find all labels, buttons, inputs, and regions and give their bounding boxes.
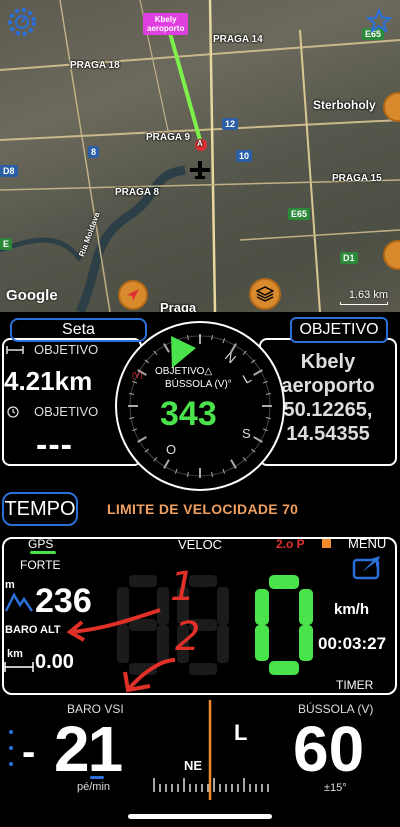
road-shield: 10 [236,150,253,162]
locate-button[interactable] [118,280,148,310]
timer-value: 00:03:27 [318,634,387,653]
heading-tape-l: L [234,720,248,745]
airplane-icon [190,161,210,179]
objetivo-button[interactable]: OBJETIVO [290,317,388,343]
speed-label: VELOC [178,537,223,552]
road-shield: 12 [222,118,239,130]
road-shield: 8 [88,146,100,158]
road-shield: D8 [0,165,18,177]
map-scale-text: 1.63 km [348,289,388,301]
map-label: Sterboholy [313,98,376,112]
clock-icon [7,406,19,418]
share-icon[interactable] [352,556,382,580]
vsi-trend-dots [9,730,13,766]
compass-bussola-label: BÚSSOLA (V)° [165,379,232,390]
destination-marker-text: Kbely aeroporto [147,15,185,33]
annotation-one: 1 [170,564,195,610]
tempo-button[interactable]: TEMPO [2,492,78,526]
eta-value: --- [36,426,73,464]
gps-label: GPS [28,537,54,551]
vsi-value: 21 [54,713,123,785]
bussola-accuracy: ±15° [324,782,347,794]
map-scale-bar [340,302,388,305]
map-layers-button[interactable] [249,278,281,310]
map-roads [0,0,400,312]
compass-v-marker: (V) [132,371,143,380]
timer-label[interactable]: TIMER [336,678,373,692]
bussola-value: 60 [293,713,365,785]
annotation-two: 2 [175,614,200,660]
road-shield: D1 [340,252,358,264]
gps-signal-bar [30,551,56,554]
home-indicator[interactable] [128,814,272,819]
compass-heading-value: 343 [160,395,217,433]
heading-tape [153,700,269,800]
settings-gear-icon[interactable] [6,6,38,38]
speed-segment [269,661,299,675]
map-label: PRAGA 15 [332,173,382,184]
layers-icon [256,286,274,302]
map-label: Praga [160,300,197,312]
waypoint-label: A [197,139,203,148]
eta-label: OBJETIVO [34,404,99,419]
map-label: PRAGA 8 [115,187,160,198]
road-shield: E65 [288,208,311,220]
speed-limit-text: LIMITE DE VELOCIDADE 70 [107,501,299,517]
compass-letter-o: O [166,442,176,457]
heading-tape-ne: NE [184,758,203,773]
speed-unit: km/h [334,601,370,618]
speed-segment [299,625,313,661]
speed-segment [299,589,313,625]
favorite-star-icon[interactable] [366,8,392,34]
speed-segment [269,575,299,589]
location-arrow-icon [127,289,139,301]
status-square [322,539,331,548]
map-label: PRAGA 18 [70,60,120,71]
handwritten-annotations: 1 2 [66,564,200,693]
google-logo: Google [6,287,58,304]
vsi-unit: pé/min [77,781,111,793]
compass-objective-label: OBJETIVO△ [155,366,213,377]
map-label: PRAGA 9 [146,132,191,143]
distance-value: 4.21km [4,366,93,396]
vsi-underline [90,776,104,779]
distance-label: OBJETIVO [34,342,99,357]
second-person-indicator[interactable]: 2.o P [276,537,305,551]
destination-marker-label[interactable]: Kbely aeroporto [143,13,189,35]
map-view[interactable]: PRAGA 18 PRAGA 14 PRAGA 9 PRAGA 8 PRAGA … [0,0,400,312]
map-label: PRAGA 14 [213,34,263,45]
road-shield: E [0,238,13,250]
compass-letter-s: S [242,426,251,441]
vsi-sign: - [22,730,36,774]
distance-icon [6,346,24,354]
menu-button[interactable]: MENU [348,536,386,551]
